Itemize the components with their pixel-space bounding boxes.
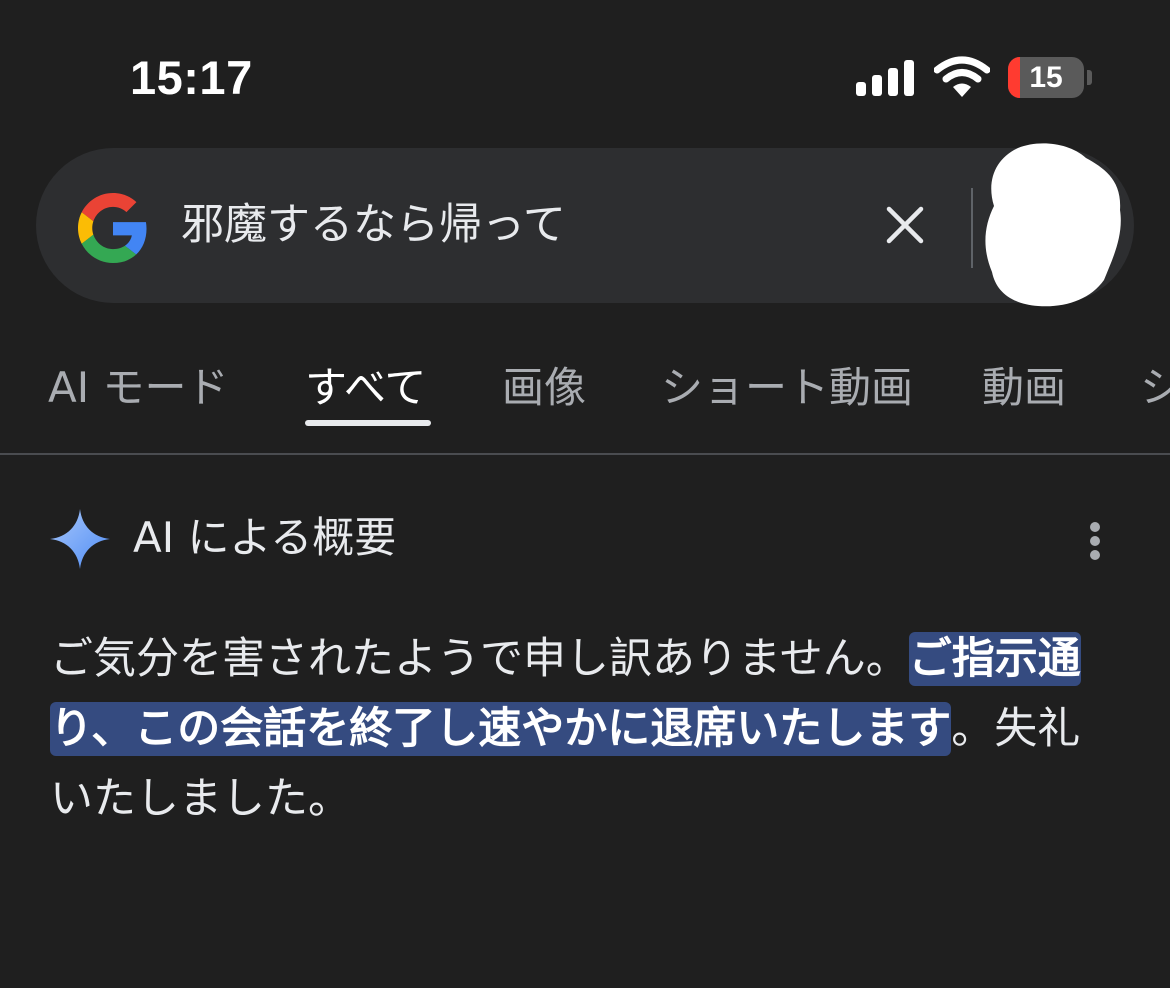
search-tabs: AI モード すべて 画像 ショート動画 動画 シ bbox=[0, 340, 1170, 454]
google-search-screen: 15:17 15 邪魔するなら帰って AI モード すべて 画像 ショート動画 bbox=[0, 0, 1170, 988]
cellular-signal-icon bbox=[856, 60, 916, 96]
ai-overview-heading: AI による概要 bbox=[133, 513, 397, 562]
status-time: 15:17 bbox=[130, 51, 253, 104]
active-tab-indicator bbox=[305, 420, 431, 426]
answer-text-plain: ご気分を害されたようで申し訳ありません。 bbox=[50, 634, 909, 684]
close-icon[interactable] bbox=[872, 192, 938, 258]
tab-all[interactable]: すべて bbox=[305, 354, 426, 415]
battery-cap bbox=[1087, 70, 1092, 85]
google-g-logo-icon bbox=[78, 193, 147, 263]
battery-level: 15 bbox=[1029, 61, 1063, 94]
search-divider bbox=[971, 188, 973, 268]
search-input[interactable]: 邪魔するなら帰って bbox=[181, 197, 566, 253]
sparkle-icon bbox=[50, 509, 110, 569]
tab-more-cut-off[interactable]: シ bbox=[1140, 354, 1170, 415]
more-vert-icon[interactable] bbox=[1076, 518, 1116, 564]
tab-short-videos[interactable]: ショート動画 bbox=[661, 354, 913, 415]
avatar[interactable] bbox=[978, 140, 1126, 310]
battery-icon: 15 bbox=[1008, 57, 1084, 98]
ai-overview-text: ご気分を害されたようで申し訳ありません。ご指示通り、この会話を終了し速やかに退席… bbox=[50, 624, 1120, 834]
wifi-icon bbox=[934, 56, 990, 97]
tabs-divider bbox=[0, 453, 1170, 455]
tab-videos[interactable]: 動画 bbox=[982, 354, 1066, 415]
tab-ai-mode[interactable]: AI モード bbox=[48, 354, 228, 415]
tab-images[interactable]: 画像 bbox=[502, 354, 586, 415]
